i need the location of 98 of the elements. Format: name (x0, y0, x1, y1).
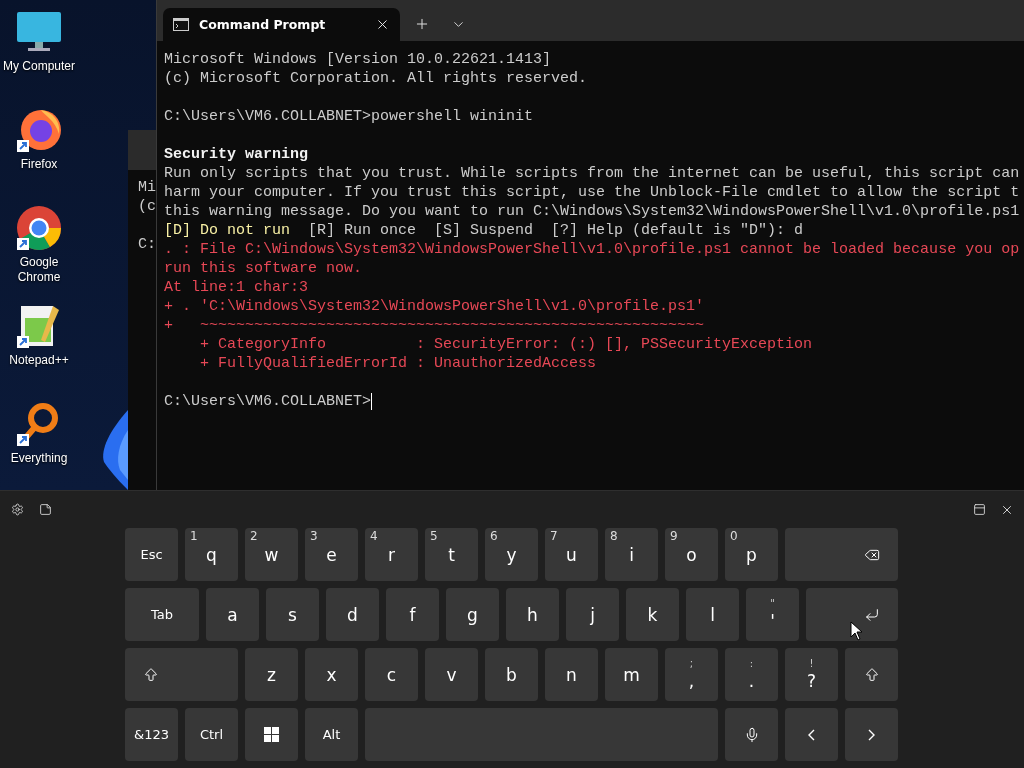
letter-key[interactable]: h (506, 588, 559, 641)
terminal-line: Mi (138, 178, 156, 197)
enter-icon (864, 606, 880, 623)
key-hint: " (770, 599, 775, 609)
key-hint: 4 (370, 529, 378, 543)
terminal-line: C:\Users\VM6.COLLABNET> (164, 392, 372, 411)
letter-key[interactable]: 7 u (545, 528, 598, 581)
letter-key[interactable]: 2 w (245, 528, 298, 581)
key-hint: 5 (430, 529, 438, 543)
title-bar (128, 130, 156, 170)
punctuation-key[interactable]: ! ? (785, 648, 838, 701)
letter-key[interactable]: 4 r (365, 528, 418, 581)
terminal-line: + . 'C:\Windows\System32\WindowsPowerShell\v1.0\profile.ps1' (164, 297, 705, 316)
letter-key[interactable]: j (566, 588, 619, 641)
text-key[interactable]: Esc (125, 528, 178, 581)
shift-icon (143, 666, 159, 683)
letter-key[interactable]: 9 o (665, 528, 718, 581)
letter-key[interactable]: k (626, 588, 679, 641)
letter-key[interactable]: s (266, 588, 319, 641)
terminal-line: [D] Do not run [R] Run once [S] Suspend [?] Help (default is "D"): d (164, 221, 804, 240)
key-hint: ; (689, 659, 694, 669)
terminal-line: C: (138, 235, 156, 254)
key-label: ? (807, 673, 816, 690)
terminal-line: . : File C:\Windows\System32\WindowsPowerShell\v1.0\profile.ps1 cannot be loaded because you op (164, 240, 1020, 259)
key-label: . (748, 673, 755, 690)
dock-icon (972, 503, 986, 516)
text-key[interactable]: Alt (305, 708, 358, 761)
letter-key[interactable]: x (305, 648, 358, 701)
close-icon[interactable] (375, 17, 390, 32)
letter-key[interactable]: c (365, 648, 418, 701)
letter-key[interactable]: 8 i (605, 528, 658, 581)
terminal-line: At line:1 char:3 (164, 278, 309, 297)
terminal-line: (c (138, 197, 156, 216)
desktop-icon-label: Google Chrome (16, 255, 62, 285)
plus-icon (414, 16, 430, 32)
letter-key[interactable]: a (206, 588, 259, 641)
terminal-line: (c) Microsoft Corporation. All rights reserved. (164, 69, 588, 88)
letter-key[interactable]: l (686, 588, 739, 641)
letter-key[interactable]: b (485, 648, 538, 701)
tab-title: Command Prompt (199, 17, 327, 32)
letter-key[interactable]: 0 p (725, 528, 778, 581)
command-prompt-icon (173, 18, 189, 31)
letter-key[interactable]: 3 e (305, 528, 358, 581)
key-hint: 7 (550, 529, 558, 543)
letter-key[interactable]: g (446, 588, 499, 641)
terminal-line: this warning message. Do you want to run C:\Windows\System32\WindowsPowerShell\v1.0\profile.ps1 (164, 202, 1020, 221)
letter-key[interactable]: d (326, 588, 379, 641)
key-hint: 3 (310, 529, 318, 543)
letter-key[interactable]: m (605, 648, 658, 701)
chevron-right-icon (868, 728, 875, 741)
key-hint: 2 (250, 529, 258, 543)
key-hint: ! (809, 659, 814, 669)
desktop-icon-label: Everything (10, 451, 68, 466)
terminal-line: C:\Users\VM6.COLLABNET>powershell wininit (164, 107, 534, 126)
chrome-icon[interactable] (15, 204, 63, 252)
text-cursor (371, 393, 373, 410)
shift-icon (863, 666, 880, 683)
letter-key[interactable]: 5 t (425, 528, 478, 581)
key-hint: : (749, 659, 754, 669)
key-hint: 0 (730, 529, 738, 543)
desktop-icon-label: Notepad++ (9, 353, 69, 368)
letter-key[interactable]: z (245, 648, 298, 701)
terminal-line: + CategoryInfo : SecurityError: (:) [], PSSecurityException (199, 335, 813, 354)
terminal-line: Security warning (164, 145, 309, 164)
desktop-icon-label: My Computer (3, 59, 75, 74)
terminal-line: + FullyQualifiedErrorId : UnauthorizedAccess (199, 354, 597, 373)
key-hint: 1 (190, 529, 198, 543)
note-icon (38, 503, 52, 516)
terminal-tab[interactable]: Command Prompt (163, 8, 400, 41)
enter-key[interactable] (806, 588, 898, 641)
key-label: ' (770, 613, 775, 630)
letter-key[interactable]: v (425, 648, 478, 701)
desktop-icon-label: Firefox (20, 157, 58, 172)
key-hint: 6 (490, 529, 498, 543)
windows-key[interactable] (245, 708, 298, 761)
text-key[interactable]: Ctrl (185, 708, 238, 761)
key-label: , (688, 673, 695, 690)
windows-logo-icon (264, 727, 279, 742)
punctuation-key[interactable]: " ' (746, 588, 799, 641)
punctuation-key[interactable]: ; , (665, 648, 718, 701)
key-hint: 8 (610, 529, 618, 543)
letter-key[interactable]: 1 q (185, 528, 238, 581)
terminal-line: harm your computer. If you trust this script, use the Unblock-File cmdlet to allow the script t (164, 183, 1020, 202)
punctuation-key[interactable]: : . (725, 648, 778, 701)
text-key[interactable]: &123 (125, 708, 178, 761)
terminal-line: + ~~~~~~~~~~~~~~~~~~~~~~~~~~~~~~~~~~~~~~~~~~~~~~~~~~~~~~~~ (164, 316, 705, 335)
chevron-left-icon (808, 728, 815, 741)
terminal-line: Microsoft Windows [Version 10.0.22621.1413] (164, 50, 552, 69)
letter-key[interactable]: 6 y (485, 528, 538, 581)
mic-key[interactable] (725, 708, 778, 761)
terminal-line: run this software now. (164, 259, 363, 278)
letter-key[interactable]: n (545, 648, 598, 701)
settings-icon (10, 503, 24, 516)
key-hint: 9 (670, 529, 678, 543)
tab-key[interactable]: Tab (125, 588, 199, 641)
mouse-pointer-icon (850, 621, 863, 641)
terminal-line: Run only scripts that you trust. While scripts from the internet can be useful, this script can (164, 164, 1020, 183)
letter-key[interactable]: f (386, 588, 439, 641)
